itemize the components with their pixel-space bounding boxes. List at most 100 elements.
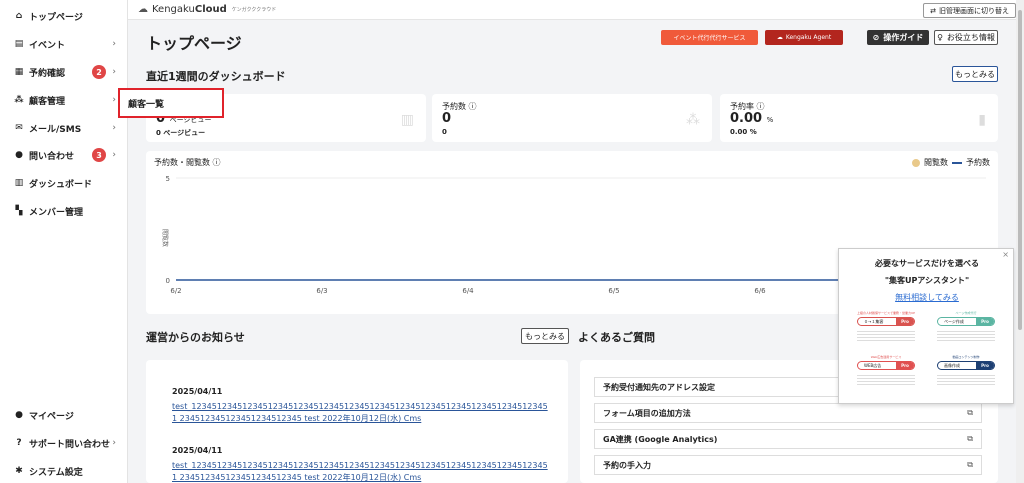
sidebar-item-mail[interactable]: ✉ メール/SMS › <box>14 119 122 137</box>
top-bar: ☁ Kengaku Cloud ケンガクククラウド ⇄ 旧管理画面に切り替え <box>128 0 1024 20</box>
news-title: 運営からのお知らせ <box>146 331 245 344</box>
promo-popup: × 必要なサービスだけを選べる "集客UPアシスタント" 無料相談してみる 上級… <box>838 248 1014 404</box>
promo-tile-caption: Web広告運用サービス <box>870 355 902 359</box>
scrollbar[interactable] <box>1016 0 1024 483</box>
rate-unit: % <box>766 116 774 124</box>
person-icon: ● <box>15 410 23 420</box>
promo-tile[interactable]: 動画コンテンツ制作 画像作成 Pro <box>931 353 1001 393</box>
submenu-customer-list[interactable]: 顧客一覧 <box>118 88 224 118</box>
faq-title: よくあるご質問 <box>578 331 655 344</box>
faq-item-label: GA連携 (Google Analytics) <box>603 434 718 444</box>
page-title: トップページ <box>146 34 242 53</box>
rate-number: 0.00 <box>730 111 763 126</box>
operation-guide-button[interactable]: ⊘ 操作ガイド <box>867 30 929 45</box>
promo-tile-text <box>857 329 915 343</box>
external-link-icon: ⧉ <box>967 408 973 417</box>
promo-tile-caption: ページ作成代行 <box>955 311 977 315</box>
cloud-icon: ☁ <box>138 4 148 15</box>
reservation-sub: 0 <box>442 128 447 136</box>
news-link[interactable]: test_12345123451234512345123451234512345… <box>172 401 552 425</box>
promo-subheadline: "集客UPアシスタント" <box>884 276 970 285</box>
reservation-value: 0 <box>442 111 452 126</box>
sidebar-item-label: メール/SMS <box>29 124 82 135</box>
sidebar-item-customers[interactable]: ⁂ 顧客管理 › <box>14 91 122 109</box>
chevron-right-icon: › <box>112 67 116 77</box>
promo-tile-text <box>937 329 995 343</box>
news-panel: 2025/04/11 test_123451234512345123451234… <box>146 360 568 483</box>
chat-icon: ● <box>15 150 23 160</box>
useful-info-button[interactable]: ♀ お役立ち情報 <box>934 30 998 45</box>
promo-tile-text <box>857 373 915 387</box>
chevron-right-icon: › <box>112 150 116 160</box>
promo-tile[interactable]: 上級の人材確保サービスで業務・営業力UP ０→１集客 Pro <box>851 309 921 349</box>
faq-item[interactable]: GA連携 (Google Analytics) ⧉ <box>594 429 982 449</box>
dashboard-more-button[interactable]: もっとみる <box>952 66 998 82</box>
promo-tile-pill: ページ作成 Pro <box>937 317 995 326</box>
users-icon: ⁂ <box>686 112 700 128</box>
sidebar-item-top[interactable]: ⌂ トップページ <box>14 7 122 25</box>
faq-item-label: 予約受付通知先のアドレス設定 <box>603 382 715 392</box>
promo-tile-pill: ０→１集客 Pro <box>857 317 915 326</box>
kengaku-agent-button[interactable]: ☁ Kengaku Agent <box>765 30 843 45</box>
sidebar-item-event[interactable]: ▤ イベント › <box>14 35 122 53</box>
sidebar-item-label: 顧客管理 <box>29 96 66 107</box>
mail-icon: ✉ <box>15 123 23 133</box>
bookmark-icon: ▮ <box>978 112 986 128</box>
news-more-button[interactable]: もっとみる <box>521 328 569 344</box>
help-icon: ? <box>16 438 22 448</box>
promo-headline: 必要なサービスだけを選べる <box>875 259 979 268</box>
promo-tile-pill: 画像作成 Pro <box>937 361 995 370</box>
external-link-icon: ⧉ <box>967 434 973 443</box>
y-tick-label: 0 <box>166 277 170 285</box>
promo-tile[interactable]: Web広告運用サービス WEB広告 Pro <box>851 353 921 393</box>
sidebar-item-mypage[interactable]: ● マイページ <box>14 406 122 424</box>
sidebar-item-reservation[interactable]: ▦ 予約確認 2 › <box>14 63 122 81</box>
switch-old-screen-label: 旧管理画面に切り替え <box>939 6 1009 15</box>
sidebar-item-label: 問い合わせ <box>29 151 75 162</box>
rate-value: 0.00 % <box>730 111 773 126</box>
pageview-sub: 0 ページビュー <box>156 129 206 137</box>
promo-tile-tag: Pro <box>896 362 914 369</box>
calendar-icon: ▦ <box>14 67 24 77</box>
x-tick-label: 6/5 <box>608 287 619 295</box>
logo[interactable]: ☁ Kengaku Cloud ケンガクククラウド <box>138 4 276 15</box>
faq-item[interactable]: フォーム項目の追加方法 ⧉ <box>594 403 982 423</box>
y-axis-label: 閲覧数 <box>161 229 169 247</box>
sidebar-item-inquiry[interactable]: ● 問い合わせ 3 › <box>14 146 122 164</box>
sidebar-item-members[interactable]: ▚ メンバー管理 <box>14 202 122 220</box>
promo-consult-link[interactable]: 無料相談してみる <box>839 292 1015 303</box>
sidebar-item-support[interactable]: ? サポート問い合わせ › <box>14 434 122 452</box>
x-tick-label: 6/4 <box>462 287 474 295</box>
promo-tile-name: 画像作成 <box>944 362 960 368</box>
news-date: 2025/04/11 <box>172 387 223 396</box>
promo-tile-name: ０→１集客 <box>864 318 884 324</box>
x-tick-label: 6/2 <box>170 287 181 295</box>
count-badge: 3 <box>92 148 106 162</box>
home-icon: ⌂ <box>15 11 23 21</box>
faq-item-label: 予約の手入力 <box>603 460 651 470</box>
bulb-icon: ♀ <box>937 33 943 42</box>
faq-item[interactable]: 予約の手入力 ⧉ <box>594 455 982 475</box>
chevron-right-icon: › <box>112 39 116 49</box>
switch-old-screen-button[interactable]: ⇄ 旧管理画面に切り替え <box>923 3 1016 18</box>
switch-icon: ⇄ <box>930 6 936 15</box>
x-tick-label: 6/6 <box>754 287 766 295</box>
news-link[interactable]: test_12345123451234512345123451234512345… <box>172 460 552 483</box>
sidebar-item-dashboard[interactable]: ▥ ダッシュボード <box>14 174 122 192</box>
sidebar-item-label: イベント <box>29 40 66 51</box>
logo-sub: ケンガクククラウド <box>231 7 277 13</box>
scrollbar-thumb[interactable] <box>1018 10 1022 330</box>
users-icon: ⁂ <box>14 95 24 105</box>
promo-tile-caption: 上級の人材確保サービスで業務・営業力UP <box>856 311 915 315</box>
sidebar-item-label: 予約確認 <box>29 68 66 79</box>
news-date: 2025/04/11 <box>172 446 223 455</box>
promo-tile[interactable]: ページ作成代行 ページ作成 Pro <box>931 309 1001 349</box>
event-service-button[interactable]: イベント代行代行サービス <box>661 30 758 45</box>
chevron-right-icon: › <box>112 438 116 448</box>
sidebar-item-settings[interactable]: ✱ システム設定 <box>14 462 122 480</box>
faq-item-label: フォーム項目の追加方法 <box>603 408 691 418</box>
info-label: お役立ち情報 <box>946 33 995 42</box>
chevron-right-icon: › <box>112 123 116 133</box>
reservation-card: 予約数 ⓘ 0 0 ⁂ <box>432 94 712 142</box>
promo-tile-tag: Pro <box>896 318 914 325</box>
